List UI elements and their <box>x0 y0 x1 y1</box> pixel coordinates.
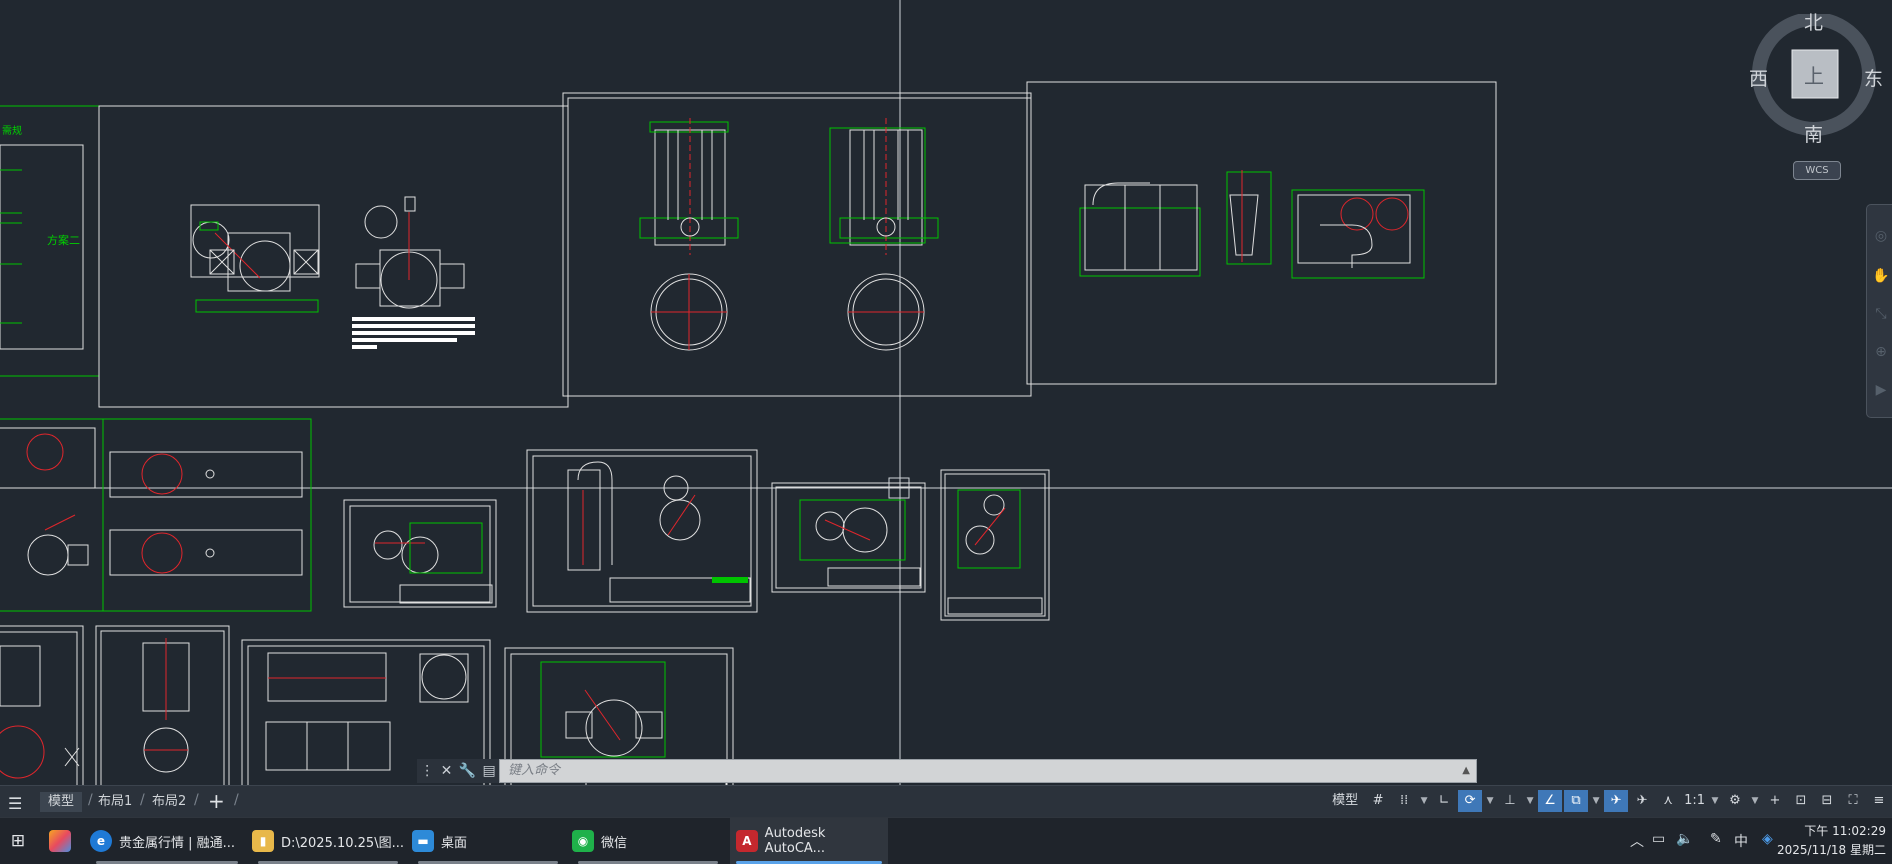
workspace-gear-icon[interactable]: ⚙ <box>1723 790 1747 812</box>
network-icon[interactable]: ▭ <box>1652 831 1665 847</box>
windows-start-icon: ⊞ <box>10 831 26 851</box>
polar-dropdown-icon[interactable]: ▼ <box>1484 790 1496 812</box>
scale-dropdown-icon[interactable]: ▼ <box>1709 790 1721 812</box>
tab-layout1[interactable]: 布局1 <box>90 792 140 812</box>
command-history-toggle-icon[interactable]: ▲ <box>1462 760 1470 782</box>
annotation-visibility-icon[interactable]: ✈ <box>1604 790 1629 812</box>
start-button[interactable]: ⊞ <box>0 818 36 864</box>
fullscreen-icon[interactable]: ⛶ <box>1841 790 1865 812</box>
status-bar: 模型 # ⁞⁞ ▼ ∟ ⟳ ▼ ⊥ ▼ ∠ ⧉ ▼ ✈ ✈ ⋏ 1:1 ▼ ⚙ … <box>1325 789 1892 813</box>
clock-time: 下午 11:02:29 <box>1804 824 1886 838</box>
show-hidden-icons-chevron-icon[interactable]: ︿ <box>1630 831 1644 851</box>
taskbar-app-store[interactable] <box>44 818 76 864</box>
annotation-scale-value[interactable]: 1:1 <box>1682 790 1707 812</box>
tab-layout2[interactable]: 布局2 <box>144 792 194 812</box>
browser-icon: e <box>90 830 112 852</box>
osnap-dropdown-icon[interactable]: ▼ <box>1590 790 1602 812</box>
model-space-canvas[interactable]: 方案二 需规 北 南 东 西 上 WCS ◎ ✋ ⤡ ⊕ ▶ ⋮ ✕ 🔧 ▤ 键… <box>0 0 1892 785</box>
plus-icon[interactable]: + <box>1763 790 1787 812</box>
menu-hamburger-icon[interactable]: ☰ <box>8 794 22 813</box>
close-icon[interactable]: ✕ <box>441 763 453 779</box>
top-note: 需规 <box>2 124 22 137</box>
viewcube-top-face[interactable]: 上 <box>1804 60 1824 89</box>
showmotion-icon[interactable]: ▶ <box>1872 381 1890 399</box>
object-snap-icon[interactable]: ⧉ <box>1564 790 1589 812</box>
taskbar-item-label: Autodesk AutoCA... <box>764 826 826 856</box>
grid-icon[interactable]: # <box>1366 790 1390 812</box>
taskbar-item-label: 桌面 <box>441 835 468 851</box>
auto-scale-icon[interactable]: ✈ <box>1630 790 1654 812</box>
tab-separator: / <box>234 792 239 808</box>
taskbar-item-explorer[interactable]: ▮ D:\2025.10.25\图... <box>252 818 404 864</box>
scheme-label: 方案二 <box>47 233 80 247</box>
command-placeholder: 键入命令 <box>508 763 561 778</box>
colorful-app-icon <box>49 830 71 852</box>
command-input[interactable]: 键入命令 ▲ <box>499 759 1477 783</box>
viewcube[interactable]: 北 南 东 西 上 <box>1749 12 1892 164</box>
system-clock[interactable]: 下午 11:02:29 2025/11/18 星期二 <box>1777 822 1886 860</box>
isodraft-icon[interactable]: ⊥ <box>1498 790 1522 812</box>
taskbar-item-autocad[interactable]: A Autodesk AutoCA... <box>730 818 888 864</box>
orbit-icon[interactable]: ⊕ <box>1872 343 1890 361</box>
viewcube-south[interactable]: 南 <box>1804 120 1823 147</box>
ortho-icon[interactable]: ∟ <box>1432 790 1456 812</box>
units-icon[interactable]: ⊡ <box>1789 790 1813 812</box>
wechat-icon: ◉ <box>572 830 594 852</box>
object-snap-tracking-icon[interactable]: ∠ <box>1538 790 1563 812</box>
pan-icon[interactable]: ✋ <box>1872 267 1890 285</box>
taskbar-item-label: D:\2025.10.25\图... <box>281 835 404 851</box>
viewcube-west[interactable]: 西 <box>1749 64 1768 91</box>
recent-commands-icon[interactable]: ▤ <box>483 763 496 779</box>
taskbar-item-browser[interactable]: e 贵金属行情 | 融通... <box>90 818 244 864</box>
command-line-controls: ⋮ ✕ 🔧 ▤ <box>417 759 499 783</box>
zoom-icon[interactable]: ⤡ <box>1872 305 1890 323</box>
windows-taskbar: ⊞ e 贵金属行情 | 融通... ▮ D:\2025.10.25\图... ▬… <box>0 817 1892 864</box>
folder-icon: ▮ <box>252 830 274 852</box>
quick-properties-icon[interactable]: ⊟ <box>1815 790 1839 812</box>
tab-model[interactable]: 模型 <box>40 792 83 812</box>
grip-icon[interactable]: ⋮ <box>420 763 434 779</box>
annotation-scale-icon[interactable]: ⋏ <box>1656 790 1680 812</box>
polar-tracking-icon[interactable]: ⟳ <box>1458 790 1483 812</box>
snap-icon[interactable]: ⁞⁞ <box>1392 790 1416 812</box>
taskbar-item-label: 微信 <box>601 835 628 851</box>
ime-mode-icon[interactable]: ◈ <box>1762 831 1773 847</box>
ime-language[interactable]: 中 <box>1734 831 1748 851</box>
navigation-bar[interactable]: ◎ ✋ ⤡ ⊕ ▶ <box>1866 204 1892 418</box>
isodraft-dropdown-icon[interactable]: ▼ <box>1524 790 1536 812</box>
tab-separator: / <box>194 792 199 808</box>
viewcube-east[interactable]: 东 <box>1864 64 1883 91</box>
volume-muted-icon[interactable]: 🔈 <box>1676 831 1693 847</box>
workspace-dropdown-icon[interactable]: ▼ <box>1749 790 1761 812</box>
clock-date: 2025/11/18 星期二 <box>1777 843 1886 857</box>
cad-drawing: 方案二 需规 <box>0 0 1892 785</box>
taskbar-item-desktop[interactable]: ▬ 桌面 <box>412 818 564 864</box>
taskbar-item-wechat[interactable]: ◉ 微信 <box>572 818 724 864</box>
viewcube-north[interactable]: 北 <box>1804 8 1823 35</box>
wcs-menu[interactable]: WCS <box>1793 161 1841 180</box>
snap-dropdown-icon[interactable]: ▼ <box>1418 790 1430 812</box>
add-layout-plus-icon[interactable]: + <box>208 789 225 813</box>
taskbar-item-label: 贵金属行情 | 融通... <box>119 835 236 851</box>
model-space-button[interactable]: 模型 <box>1326 790 1364 812</box>
command-line[interactable]: ⋮ ✕ 🔧 ▤ 键入命令 ▲ <box>417 759 1477 783</box>
desktop-icon: ▬ <box>412 830 434 852</box>
customization-menu-icon[interactable]: ≡ <box>1867 790 1891 812</box>
pen-icon[interactable]: ✎ <box>1710 831 1722 847</box>
autocad-icon: A <box>736 830 758 852</box>
steering-wheel-icon[interactable]: ◎ <box>1872 227 1890 245</box>
customize-wrench-icon[interactable]: 🔧 <box>459 763 476 779</box>
